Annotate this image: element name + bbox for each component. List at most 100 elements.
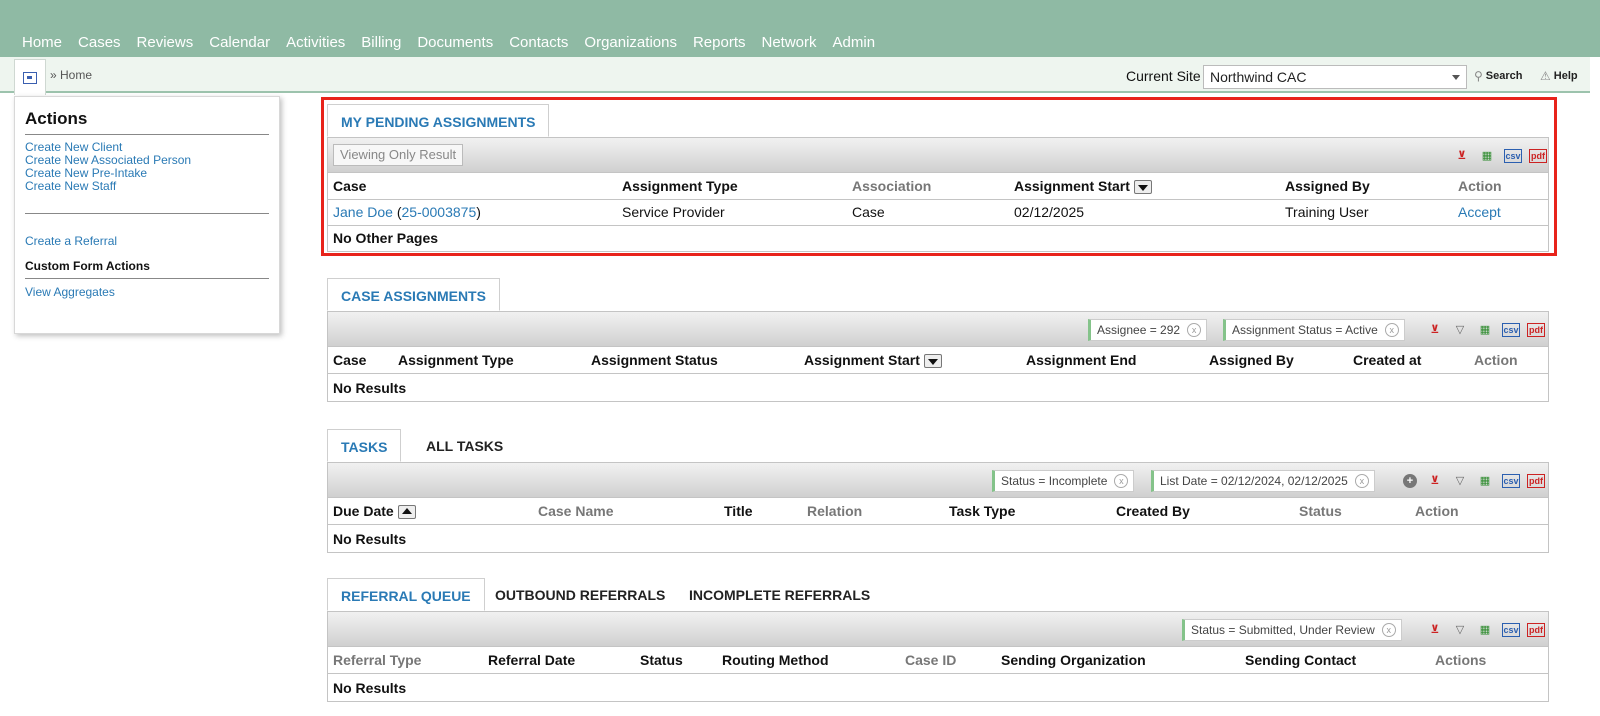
no-results-text: No Results <box>333 380 407 396</box>
pdf-icon[interactable]: pdf <box>1527 323 1545 337</box>
col-status[interactable]: Status <box>640 652 683 668</box>
create-referral-link[interactable]: Create a Referral <box>25 234 269 248</box>
current-site-select[interactable]: Northwind CAC <box>1203 65 1467 89</box>
col-due-date[interactable]: Due Date <box>333 503 416 520</box>
col-assignment-start[interactable]: Assignment Start <box>804 352 942 369</box>
filter-chip-status[interactable]: Assignment Status = Active x <box>1223 319 1405 341</box>
nav-admin[interactable]: Admin <box>833 34 876 51</box>
clear-filter-icon[interactable]: ⊻ <box>1426 472 1444 490</box>
col-due-date-label: Due Date <box>333 503 394 519</box>
table-row: Jane Doe (25-0003875) Service Provider C… <box>327 200 1549 226</box>
export-icon[interactable]: ▦ <box>1476 472 1494 490</box>
filter-icon[interactable]: ▽ <box>1451 321 1469 339</box>
tab-case-assignments[interactable]: CASE ASSIGNMENTS <box>327 278 500 311</box>
close-icon[interactable]: x <box>1384 323 1399 337</box>
nav-billing[interactable]: Billing <box>361 34 401 51</box>
col-assignment-status[interactable]: Assignment Status <box>591 352 718 368</box>
col-assignment-type[interactable]: Assignment Type <box>398 352 514 368</box>
csv-icon[interactable]: csv <box>1502 623 1520 637</box>
dashboard-icon <box>23 71 37 84</box>
nav-reviews[interactable]: Reviews <box>137 34 194 51</box>
pending-toolbar: Viewing Only Result ⊻ ▦ csv pdf <box>327 137 1549 173</box>
export-icon[interactable]: ▦ <box>1476 621 1494 639</box>
nav-reports[interactable]: Reports <box>693 34 746 51</box>
col-assignment-start[interactable]: Assignment Start <box>1014 178 1152 195</box>
csv-icon[interactable]: csv <box>1504 149 1522 163</box>
col-case[interactable]: Case <box>333 352 366 368</box>
col-created-at[interactable]: Created at <box>1353 352 1421 368</box>
col-title[interactable]: Title <box>724 503 753 519</box>
filter-chip-label: Assignment Status = Active <box>1232 323 1378 337</box>
export-icon[interactable]: ▦ <box>1478 147 1496 165</box>
clear-filter-icon[interactable]: ⊻ <box>1453 147 1471 165</box>
nav-network[interactable]: Network <box>762 34 817 51</box>
dashboard-toggle-button[interactable] <box>14 59 46 95</box>
pdf-icon[interactable]: pdf <box>1527 474 1545 488</box>
filter-chip-status[interactable]: Status = Submitted, Under Review x <box>1182 619 1402 641</box>
empty-row: No Results <box>327 525 1549 553</box>
breadcrumb[interactable]: » Home <box>50 68 92 82</box>
search-link[interactable]: ⚲ Search <box>1474 69 1523 83</box>
sort-up-icon[interactable] <box>397 505 416 520</box>
close-icon[interactable]: x <box>1381 623 1396 637</box>
csv-icon[interactable]: csv <box>1502 323 1520 337</box>
tab-outbound-referrals[interactable]: OUTBOUND REFERRALS <box>482 578 678 611</box>
col-assigned-by[interactable]: Assigned By <box>1285 178 1370 194</box>
col-sending-contact[interactable]: Sending Contact <box>1245 652 1356 668</box>
col-task-type[interactable]: Task Type <box>949 503 1015 519</box>
nav-organizations[interactable]: Organizations <box>584 34 677 51</box>
clear-filter-icon[interactable]: ⊻ <box>1426 621 1444 639</box>
pdf-icon[interactable]: pdf <box>1529 149 1547 163</box>
filter-icon[interactable]: ▽ <box>1451 472 1469 490</box>
tab-all-tasks[interactable]: ALL TASKS <box>413 429 516 462</box>
pagination-row: No Other Pages <box>327 226 1549 252</box>
help-icon: ⚠ <box>1540 69 1551 83</box>
col-assignment-type[interactable]: Assignment Type <box>622 178 738 194</box>
case-name-link[interactable]: Jane Doe <box>333 204 393 220</box>
nav-documents[interactable]: Documents <box>417 34 493 51</box>
col-referral-type: Referral Type <box>333 652 422 668</box>
nav-calendar[interactable]: Calendar <box>209 34 270 51</box>
nav-home[interactable]: Home <box>22 34 62 51</box>
sort-down-icon[interactable] <box>1133 180 1152 195</box>
tab-my-pending-assignments[interactable]: MY PENDING ASSIGNMENTS <box>327 104 550 137</box>
col-assigned-by[interactable]: Assigned By <box>1209 352 1294 368</box>
col-assignment-start-label: Assignment Start <box>804 352 920 368</box>
col-case-id: Case ID <box>905 652 957 668</box>
col-created-by[interactable]: Created By <box>1116 503 1190 519</box>
create-new-staff-link[interactable]: Create New Staff <box>25 180 269 193</box>
col-sending-organization[interactable]: Sending Organization <box>1001 652 1146 668</box>
filter-chip-list-date[interactable]: List Date = 02/12/2024, 02/12/2025 x <box>1151 470 1375 492</box>
nav-activities[interactable]: Activities <box>286 34 345 51</box>
pdf-icon[interactable]: pdf <box>1527 623 1545 637</box>
add-filter-icon[interactable]: + <box>1403 474 1417 488</box>
close-icon[interactable]: x <box>1114 474 1129 488</box>
tab-tasks[interactable]: TASKS <box>327 429 402 462</box>
case-assignments-panel: CASE ASSIGNMENTS Assignee = 292 x Assignm… <box>327 278 1549 402</box>
filter-icon[interactable]: ▽ <box>1451 621 1469 639</box>
viewing-only-result-button[interactable]: Viewing Only Result <box>333 144 464 166</box>
filter-chip-assignee[interactable]: Assignee = 292 x <box>1088 319 1208 341</box>
view-aggregates-link[interactable]: View Aggregates <box>25 285 269 299</box>
tab-referral-queue[interactable]: REFERRAL QUEUE <box>327 578 485 611</box>
clear-filter-icon[interactable]: ⊻ <box>1426 321 1444 339</box>
divider <box>25 213 269 214</box>
sort-down-icon[interactable] <box>923 354 942 369</box>
csv-icon[interactable]: csv <box>1502 474 1520 488</box>
help-link[interactable]: ⚠ Help <box>1540 69 1578 83</box>
export-icon[interactable]: ▦ <box>1476 321 1494 339</box>
filter-chip-status[interactable]: Status = Incomplete x <box>992 470 1135 492</box>
case-id-link[interactable]: 25-0003875 <box>402 204 477 220</box>
col-referral-date[interactable]: Referral Date <box>488 652 575 668</box>
close-icon[interactable]: x <box>1354 474 1369 488</box>
nav-cases[interactable]: Cases <box>78 34 121 51</box>
chevron-down-icon <box>1452 75 1460 80</box>
col-case[interactable]: Case <box>333 178 366 194</box>
filter-chip-label: Assignee = 292 <box>1097 323 1181 337</box>
close-icon[interactable]: x <box>1187 323 1202 337</box>
nav-contacts[interactable]: Contacts <box>509 34 568 51</box>
col-assignment-end[interactable]: Assignment End <box>1026 352 1136 368</box>
tab-incomplete-referrals[interactable]: INCOMPLETE REFERRALS <box>676 578 883 611</box>
col-routing-method[interactable]: Routing Method <box>722 652 829 668</box>
accept-link[interactable]: Accept <box>1458 204 1501 220</box>
